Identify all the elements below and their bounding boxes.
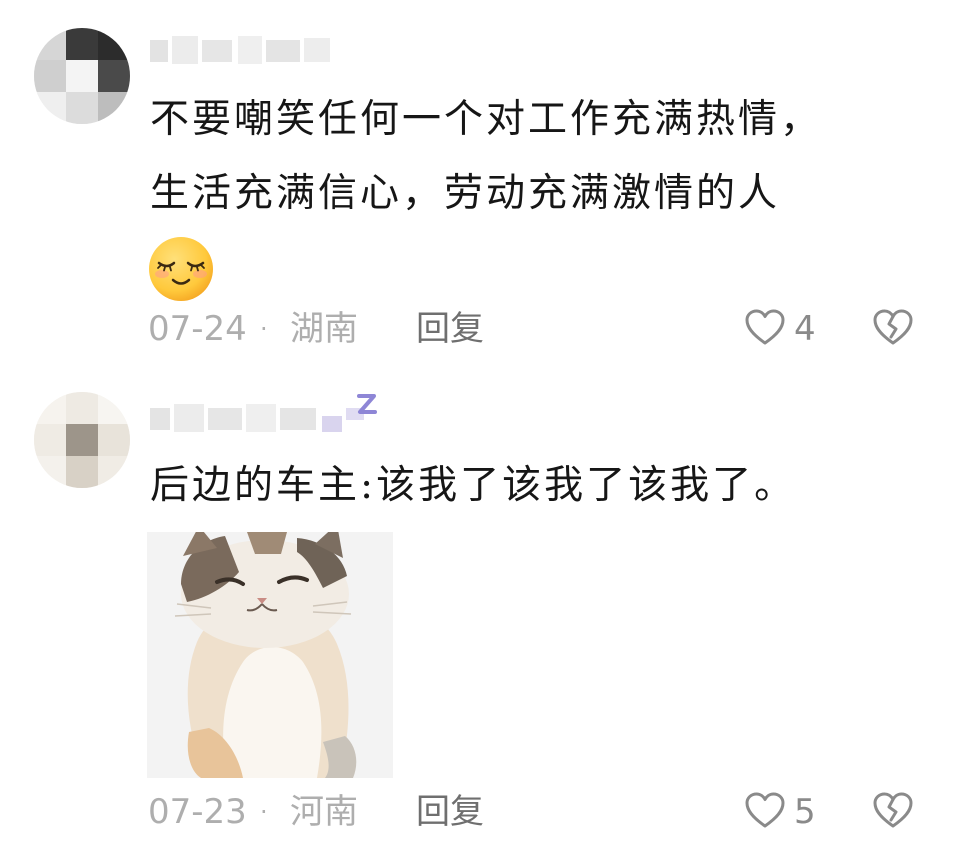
comment-location: 河南 (290, 792, 358, 832)
comment-meta: 07-23 · 河南 回复 5 (148, 788, 928, 836)
comment-text-line: 后边的车主:该我了该我了该我了。 (150, 463, 797, 508)
broken-heart-icon[interactable] (872, 790, 914, 841)
comment-location: 湖南 (290, 309, 358, 349)
comment-date: 07-23 (148, 792, 247, 832)
comment-date: 07-24 (148, 309, 247, 349)
reply-button[interactable]: 回复 (416, 788, 484, 836)
cat-sticker-image[interactable] (147, 532, 393, 778)
comment-meta: 07-24 · 湖南 回复 4 (148, 305, 928, 353)
avatar[interactable] (34, 28, 130, 124)
heart-outline-icon[interactable] (744, 790, 786, 841)
meta-separator: · (260, 315, 268, 343)
z-badge-icon (356, 392, 378, 422)
avatar[interactable] (34, 392, 130, 488)
broken-heart-icon[interactable] (872, 307, 914, 358)
heart-outline-icon[interactable] (744, 307, 786, 358)
like-count: 4 (794, 309, 816, 349)
username[interactable] (150, 34, 340, 68)
like-count: 5 (794, 792, 816, 832)
username[interactable] (150, 402, 380, 436)
smile-closed-eyes-emoji (146, 234, 216, 304)
meta-separator: · (260, 798, 268, 826)
reply-button[interactable]: 回复 (416, 305, 484, 353)
comment-text-line: 不要嘲笑任何一个对工作充满热情， (150, 97, 823, 142)
comment-text-line: 生活充满信心，劳动充满激情的人 (150, 171, 781, 216)
